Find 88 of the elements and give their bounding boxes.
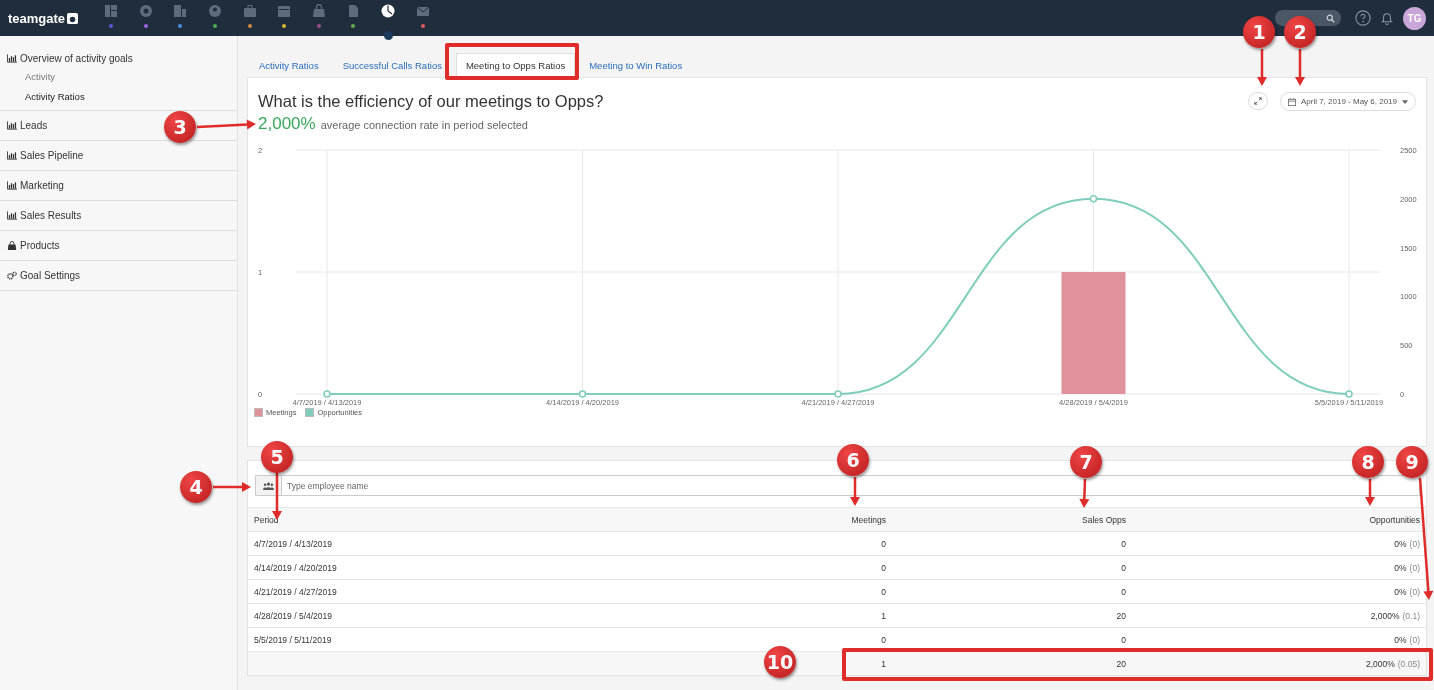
employee-search-field[interactable]: Type employee name: [282, 475, 1420, 496]
logo[interactable]: teamgate: [8, 10, 90, 26]
table-cell: (0): [1409, 538, 1420, 549]
table-cell-text: 4/28/2019 / 5/4/2019: [253, 610, 333, 621]
column-header: Sales Opps: [1081, 514, 1127, 525]
grid-icon: [104, 4, 119, 18]
gears-icon: [7, 271, 17, 280]
data-point: [1345, 390, 1353, 398]
search-icon: [1326, 13, 1335, 23]
callout-badge: 2: [1284, 16, 1316, 48]
data-point: [323, 390, 331, 398]
table-cell-text: 0: [880, 562, 887, 573]
expand-icon: [1253, 97, 1262, 105]
table-cell-text: 0: [1120, 562, 1127, 573]
sidebar-item[interactable]: Goal Settings: [0, 261, 81, 290]
bar-chart-icon: [7, 211, 17, 220]
sidebar-item[interactable]: Sales Results: [0, 201, 82, 230]
bag-icon: [7, 241, 17, 250]
data-point: [1089, 195, 1098, 203]
table-cell: (0.1): [1402, 610, 1420, 621]
table-cell-text: 4/14/2019 / 4/20/2019: [253, 562, 338, 573]
annotation-arrow: [850, 477, 860, 506]
table-cell: 0%: [1394, 538, 1407, 549]
bar-chart-icon: [7, 181, 17, 190]
total-cell: 20: [1116, 658, 1126, 669]
date-range-picker[interactable]: April 7, 2019 - May 6, 2019: [1279, 92, 1416, 111]
sidebar-item[interactable]: Products: [0, 231, 60, 260]
group-icon: [263, 481, 274, 490]
table-cell: 0%: [1394, 586, 1407, 597]
chart-title: What is the efficiency of our meetings to Opps?: [258, 92, 604, 111]
total-cell: 1: [881, 658, 886, 669]
table-cell: 0%: [1394, 634, 1407, 645]
expand-button[interactable]: [1247, 92, 1268, 110]
building-icon: [173, 4, 188, 18]
data-point: [834, 390, 842, 398]
tab[interactable]: Activity Ratios: [249, 53, 329, 77]
tab[interactable]: Meeting to Win Ratios: [579, 53, 693, 77]
table-cell: 2,000%: [1370, 610, 1400, 621]
annotation-arrow: [196, 119, 256, 130]
bag-icon: [311, 4, 326, 18]
table-cell-text: 1: [880, 610, 887, 621]
table-cell: 0%: [1394, 562, 1407, 573]
annotation-arrow: [1295, 49, 1305, 86]
bar-chart-icon: [7, 121, 17, 130]
data-point: [578, 390, 587, 398]
briefcase-icon: [242, 4, 257, 18]
table-cell-text: 0: [880, 586, 887, 597]
table-cell-text: 20: [1115, 610, 1127, 621]
rate-value: 2,000%: [258, 114, 316, 134]
target-icon: [138, 4, 153, 18]
callout-badge: 1: [1243, 16, 1275, 48]
tab[interactable]: Successful Calls Ratios: [332, 53, 452, 77]
tab[interactable]: Meeting to Opps Ratios: [455, 53, 576, 77]
annotation-arrow: [1079, 478, 1090, 508]
table-cell-text: 0: [1120, 538, 1127, 549]
calendar-icon: [1287, 97, 1296, 106]
help-icon[interactable]: [1355, 10, 1371, 26]
column-header: Opportunities: [1368, 514, 1421, 525]
sidebar-item[interactable]: Leads: [0, 111, 48, 140]
table-cell-text: 4/21/2019 / 4/27/2019: [253, 586, 338, 597]
table-cell-text: 4/7/2019 / 4/13/2019: [253, 538, 333, 549]
total-cell: (0.05): [1397, 658, 1420, 669]
annotation-arrow: [1257, 49, 1267, 86]
bar-chart-icon: [7, 54, 17, 63]
table-cell-text: 0: [880, 538, 887, 549]
table-cell: (0): [1409, 586, 1420, 597]
column-header: Meetings: [850, 514, 887, 525]
sidebar-item[interactable]: Sales Pipeline: [0, 141, 84, 170]
column-header: Period: [253, 514, 280, 525]
calendar-icon: [277, 4, 292, 18]
table-cell-text: 0: [1120, 634, 1127, 645]
annotation-arrow: [1365, 479, 1375, 506]
annotation-arrow: [213, 482, 251, 492]
team-button[interactable]: [255, 475, 282, 496]
sidebar-subitem[interactable]: Activity Ratios: [0, 87, 237, 107]
caret-icon: [1402, 99, 1408, 104]
table-cell-text: 5/5/2019 / 5/11/2019: [253, 634, 333, 645]
table-cell-text: 0: [1120, 586, 1127, 597]
rate-caption: average connection rate in period selected: [320, 119, 528, 131]
table-cell-text: 0: [880, 634, 887, 645]
sidebar-item[interactable]: Marketing: [0, 171, 64, 200]
bell-icon[interactable]: [1381, 11, 1393, 25]
document-icon: [346, 4, 361, 18]
table-cell: (0): [1409, 562, 1420, 573]
total-cell: 2,000%: [1365, 658, 1395, 669]
bar-chart-icon: [7, 151, 17, 160]
table-cell: (0): [1409, 634, 1420, 645]
mail-icon: [415, 4, 430, 18]
